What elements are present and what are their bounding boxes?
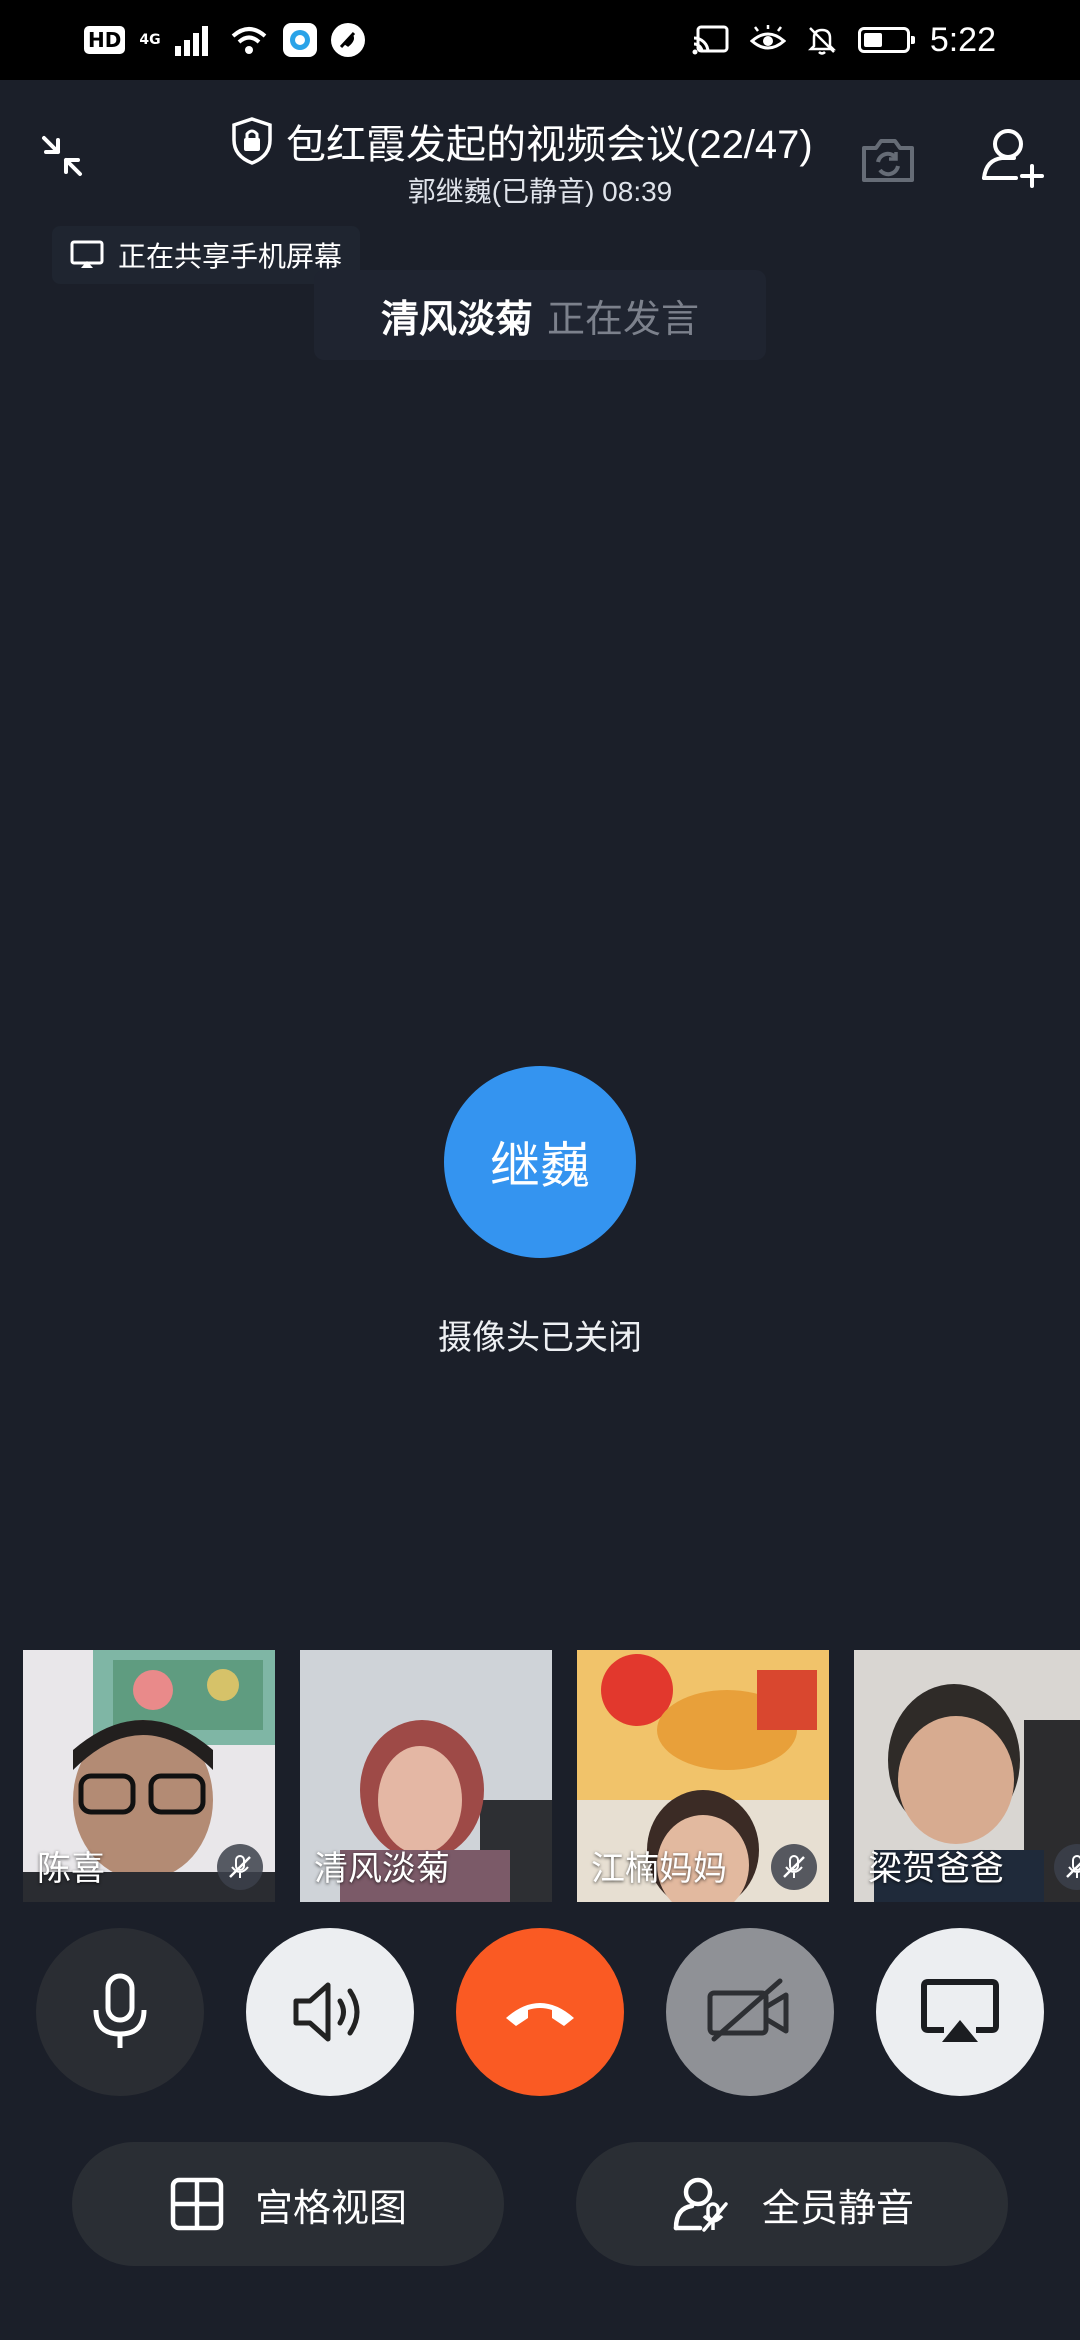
participant-name: 清风淡菊 xyxy=(314,1849,450,1889)
screen-share-icon xyxy=(70,240,104,268)
main-participant-avatar: 继巍 xyxy=(444,1066,636,1258)
grid-view-button[interactable]: 宫格视图 xyxy=(72,2142,504,2266)
participant-name: 江楠妈妈 xyxy=(591,1849,727,1889)
network-type: 4G xyxy=(139,32,161,48)
speaker-icon xyxy=(293,1982,360,2042)
meeting-title: 包红霞发起的视频会议(22/47) xyxy=(286,123,813,167)
screen-share-button[interactable] xyxy=(876,1928,1044,2096)
meeting-title-bar: 包红霞发起的视频会议(22/47) xyxy=(230,112,850,170)
active-speaker-name: 清风淡菊 xyxy=(380,296,533,341)
silent-bell-icon xyxy=(807,27,836,55)
camera-off-icon xyxy=(707,1978,789,2042)
participant-thumbnail[interactable]: 梁贺爸爸 xyxy=(854,1650,1080,1902)
grid-view-icon xyxy=(170,2177,224,2231)
hd-badge: HD xyxy=(84,26,126,54)
meeting-subtitle: 郭继巍(已静音) 08:39 xyxy=(407,176,673,207)
screen-share-icon xyxy=(921,1979,999,2042)
active-speaker-banner: 清风淡菊 正在发言 xyxy=(314,270,766,360)
cast-icon xyxy=(692,25,729,55)
hangup-icon xyxy=(506,2003,574,2026)
participant-name: 梁贺爸爸 xyxy=(868,1849,1004,1889)
microphone-icon xyxy=(93,1973,147,2048)
mute-all-icon xyxy=(673,2177,728,2232)
muted-mic-icon xyxy=(217,1844,263,1890)
participant-name: 陈喜 xyxy=(37,1849,105,1889)
switch-camera-icon xyxy=(862,139,914,182)
feather-notification-icon xyxy=(330,23,365,57)
speaker-button[interactable] xyxy=(246,1928,414,2096)
app-notification-icon xyxy=(282,23,317,57)
muted-mic-icon xyxy=(771,1844,817,1890)
wifi-icon xyxy=(231,27,266,54)
participant-thumbnail-active[interactable]: 清风淡菊 xyxy=(300,1650,552,1902)
eye-comfort-icon xyxy=(749,25,786,50)
add-user-icon xyxy=(982,129,1044,188)
camera-toggle-button[interactable] xyxy=(666,1928,834,2096)
add-participant-button[interactable] xyxy=(978,122,1048,192)
battery-icon xyxy=(857,27,915,53)
microphone-button[interactable] xyxy=(36,1928,204,2096)
hangup-button[interactable] xyxy=(456,1928,624,2096)
minimize-button[interactable] xyxy=(30,124,94,188)
avatar-initials: 继巍 xyxy=(490,1137,590,1195)
mute-all-button[interactable]: 全员静音 xyxy=(576,2142,1008,2266)
screen-share-text: 正在共享手机屏幕 xyxy=(118,240,343,273)
security-shield-icon xyxy=(232,117,272,165)
signal-icon xyxy=(174,26,208,56)
active-speaker-status: 正在发言 xyxy=(547,296,700,341)
clock: 5:22 xyxy=(929,20,996,59)
switch-camera-button[interactable] xyxy=(856,128,920,192)
status-bar: HD 4G 5:22 xyxy=(0,0,1080,80)
mute-all-label: 全员静音 xyxy=(761,2185,914,2230)
grid-view-label: 宫格视图 xyxy=(254,2185,407,2230)
minimize-icon xyxy=(42,136,82,176)
participant-thumbnail[interactable]: 江楠妈妈 xyxy=(577,1650,829,1902)
camera-status: 摄像头已关闭 xyxy=(438,1318,642,1358)
participant-thumbnail[interactable]: 陈喜 xyxy=(23,1650,275,1902)
